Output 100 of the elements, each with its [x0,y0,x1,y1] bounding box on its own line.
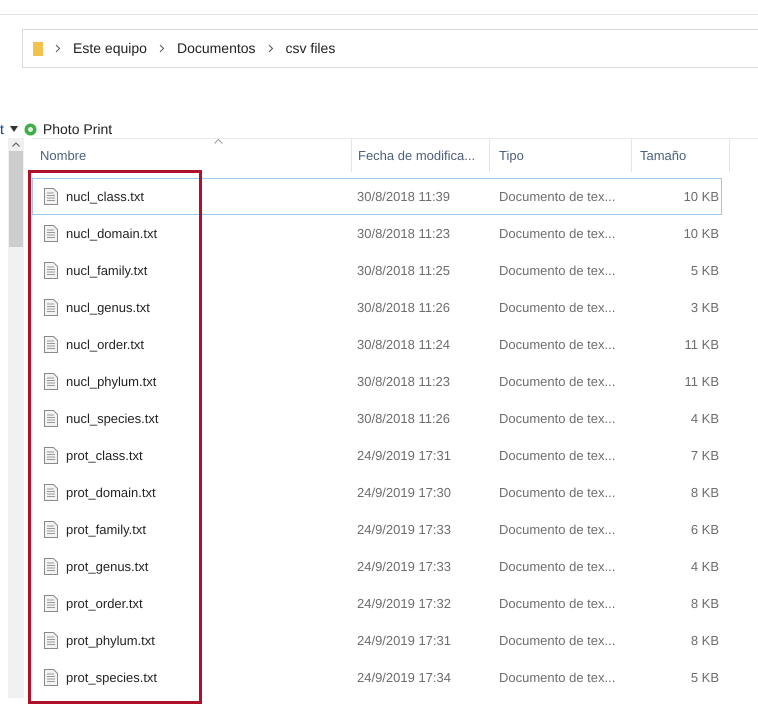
table-cell-text: 30/8/2018 11:25 [356,262,452,280]
text-file-icon [44,632,58,649]
column-header[interactable]: Tamaño [632,139,730,172]
table-cell-text: Documento de tex... [498,632,616,650]
table-cell-text: 30/8/2018 11:23 [356,372,452,391]
table-cell-text: 7 KB [690,446,719,465]
table-cell-text: Documento de tex... [498,446,616,465]
file-name: prot_genus.txt [66,558,148,576]
table-cell-text: 6 KB [690,520,719,539]
table-cell-text: 4 KB [690,558,719,576]
file-row[interactable]: prot_class.txt 24/9/2019 17:31 Documento de tex... 7 KB [32,437,722,474]
chevron-icon [158,44,165,53]
file-row[interactable]: prot_family.txt 24/9/2019 17:33 Documento de tex... 6 KB [32,511,722,548]
file-row[interactable]: nucl_order.txt 30/8/2018 11:24 Documento de tex... 11 KB [32,326,722,363]
table-cell-text: 30/8/2018 11:26 [356,410,452,428]
text-file-icon [44,410,58,427]
table-cell-text: Documento de tex... [498,484,616,502]
table-cell-text: 11 KB [684,336,719,354]
table-cell-text: Documento de tex... [498,594,616,613]
column-header[interactable]: Tipo [490,139,632,172]
file-name: prot_class.txt [66,446,143,465]
table-cell-text: 30/8/2018 11:39 [356,188,452,206]
folder-icon [33,42,43,56]
scroll-up-icon[interactable] [12,142,20,147]
file-row[interactable]: prot_domain.txt 24/9/2019 17:30 Documento de tex... 8 KB [32,474,722,511]
text-file-icon [44,299,58,316]
file-row[interactable]: nucl_family.txt 30/8/2018 11:25 Documento de tex... 5 KB [32,252,722,289]
text-file-icon [44,188,58,205]
table-cell-text: 4 KB [690,410,719,428]
table-cell-text: 30/8/2018 11:23 [356,224,452,243]
table-cell-text: 24/9/2019 17:33 [356,520,452,539]
chevron-icon [268,44,274,53]
file-row[interactable]: prot_genus.txt 24/9/2019 17:33 Documento de tex... 4 KB [32,548,722,585]
text-file-icon [44,521,58,538]
file-row[interactable]: prot_species.txt 24/9/2019 17:34 Documento de tex... 5 KB [32,659,722,696]
table-cell-text: Documento de tex... [498,372,616,391]
text-file-icon [44,262,58,279]
file-row[interactable]: nucl_genus.txt 30/8/2018 11:26 Documento de tex... 3 KB [32,289,722,326]
file-row[interactable]: nucl_phylum.txt 30/8/2018 11:23 Documento de tex... 11 KB [32,363,722,400]
table-cell-text: Documento de tex... [498,188,616,206]
table-cell-text: Documento de tex... [498,262,616,280]
table-cell-text: 10 KB [682,224,719,243]
text-file-icon [44,447,58,464]
table-cell-text: Documento de tex... [498,668,616,687]
scrollbar[interactable] [8,138,24,698]
scrollbar-thumb[interactable] [9,151,23,247]
expand-arrow-icon[interactable] [10,126,18,132]
table-cell-text: 5 KB [690,262,719,280]
app-icon [24,122,37,136]
file-name: nucl_phylum.txt [66,372,156,391]
breadcrumb-item[interactable]: Documentos [176,38,256,59]
tree-item: t [0,120,4,138]
file-name: prot_species.txt [66,668,158,687]
text-file-icon [44,225,58,242]
file-row[interactable]: nucl_class.txt 30/8/2018 11:39 Documento de tex... 10 KB [32,178,722,215]
table-cell-text: Documento de tex... [498,298,616,317]
text-file-icon [44,484,58,501]
breadcrumb-item[interactable]: csv files [286,38,336,59]
table-cell-text: Documento de tex... [498,410,616,428]
file-name: nucl_order.txt [66,336,144,354]
file-name: nucl_genus.txt [66,298,150,317]
address-bar[interactable]: Este equipo Documentos csv files [22,29,758,68]
table-cell-text: 10 KB [682,188,719,206]
table-cell-text: 30/8/2018 11:26 [356,298,452,317]
file-row[interactable]: nucl_domain.txt 30/8/2018 11:23 Documento de tex... 10 KB [32,215,722,252]
chevron-icon [55,44,61,53]
table-cell-text: 24/9/2019 17:30 [356,484,452,502]
breadcrumb-item[interactable]: Este equipo [73,38,147,59]
table-cell-text: 24/9/2019 17:34 [356,668,452,687]
text-file-icon [44,595,58,612]
file-name: nucl_family.txt [66,262,148,280]
table-cell-text: 30/8/2018 11:24 [356,336,452,354]
file-name: prot_family.txt [66,520,146,539]
table-cell-text: 24/9/2019 17:31 [356,632,452,650]
tree-item[interactable]: Photo Print [42,118,112,140]
table-cell-text: 8 KB [690,484,719,502]
file-row[interactable]: prot_phylum.txt 24/9/2019 17:31 Documento de tex... 8 KB [32,622,722,659]
table-cell-text: 24/9/2019 17:32 [356,594,452,613]
column-header[interactable]: Nombre [32,139,352,172]
table-cell-text: Documento de tex... [498,224,616,243]
file-name: nucl_species.txt [66,410,158,428]
column-header[interactable]: Fecha de modifica... [352,139,490,172]
table-cell-text: Documento de tex... [498,520,616,539]
text-file-icon [44,336,58,353]
table-cell-text: 8 KB [690,594,719,613]
file-row[interactable]: nucl_species.txt 30/8/2018 11:26 Documento de tex... 4 KB [32,400,722,437]
file-name: nucl_class.txt [66,188,144,206]
table-cell-text: Documento de tex... [498,336,616,354]
table-cell-text: 5 KB [690,668,719,687]
table-cell-text: 24/9/2019 17:33 [356,558,452,576]
table-cell-text: 8 KB [690,632,719,650]
table-cell-text: Documento de tex... [498,558,616,576]
table-cell-text: 11 KB [684,372,719,391]
file-row[interactable]: prot_order.txt 24/9/2019 17:32 Documento de tex... 8 KB [32,585,722,622]
file-name: prot_order.txt [66,594,143,613]
table-cell-text: 24/9/2019 17:31 [356,446,452,465]
file-name: prot_domain.txt [66,484,156,502]
text-file-icon [44,558,58,575]
text-file-icon [44,669,58,686]
file-name: prot_phylum.txt [66,632,155,650]
